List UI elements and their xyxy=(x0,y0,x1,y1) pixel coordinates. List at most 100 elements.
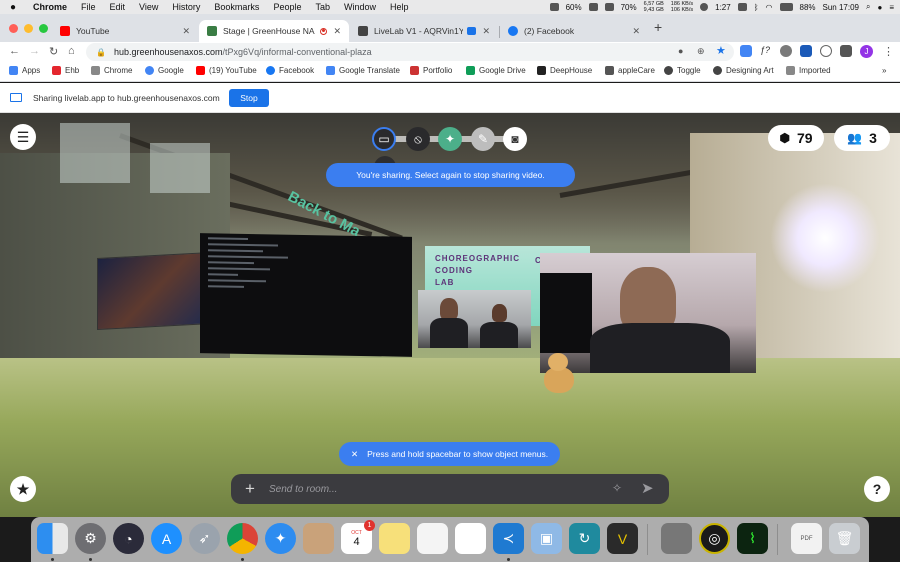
chrome-icon[interactable] xyxy=(227,523,258,554)
bookmark-deephouse[interactable]: DeepHouse xyxy=(537,66,592,75)
bookmark-portfolio[interactable]: Portfolio xyxy=(410,66,452,75)
menu-window[interactable]: Window xyxy=(337,2,383,12)
favorites-star-button[interactable]: ★ xyxy=(10,476,36,502)
back-icon[interactable]: ← xyxy=(9,45,20,57)
menu-view[interactable]: View xyxy=(132,2,165,12)
preview-icon[interactable] xyxy=(303,523,334,554)
memory-icon[interactable] xyxy=(549,3,559,11)
textedit-icon[interactable] xyxy=(417,523,448,554)
cpu-icon[interactable] xyxy=(604,3,614,11)
activity-monitor-icon[interactable]: ⌇ xyxy=(737,523,768,554)
forward-icon[interactable]: → xyxy=(29,45,40,57)
bluetooth-icon[interactable]: ᛒ xyxy=(754,3,759,12)
video-feed-two-people[interactable] xyxy=(418,290,531,348)
tab-youtube[interactable]: YouTube ✕ xyxy=(52,20,198,42)
calendar-icon[interactable]: OCT 4 1 xyxy=(341,520,375,554)
close-tab-icon[interactable]: ✕ xyxy=(482,26,490,37)
bookmark-apps[interactable]: Apps xyxy=(9,66,40,75)
timer-icon[interactable] xyxy=(700,3,709,11)
close-tab-icon[interactable]: ✕ xyxy=(333,26,341,37)
bookmark-applecare[interactable]: appleCare xyxy=(605,66,655,75)
add-content-icon[interactable]: + xyxy=(231,479,269,499)
system-preferences-icon[interactable]: ⚙ xyxy=(75,523,106,554)
microphone-icon[interactable]: ● xyxy=(678,46,683,56)
vscode-icon[interactable]: ≺ xyxy=(493,523,524,554)
terminal-screen-share[interactable] xyxy=(200,233,412,357)
speedometer-icon[interactable]: ◔ xyxy=(113,523,144,554)
timer-readout[interactable]: 1:27 xyxy=(715,3,731,12)
user-icon[interactable]: ● xyxy=(877,3,882,12)
spotlight-search-icon[interactable]: ⌕ xyxy=(866,2,870,12)
hubs-menu-button[interactable]: ☰ xyxy=(10,124,36,150)
notes-icon[interactable] xyxy=(379,523,410,554)
trash-icon[interactable]: 🗑 xyxy=(829,523,860,554)
effects-icon[interactable]: ✧ xyxy=(612,481,622,495)
bookmark-chrome[interactable]: Chrome xyxy=(91,66,132,75)
zoom-icon[interactable]: ⊕ xyxy=(697,46,705,57)
stop-sharing-button[interactable]: Stop xyxy=(229,89,269,107)
address-bar[interactable]: 🔒 hub.greenhousenaxos.com/tPxg6Vq/inform… xyxy=(86,43,734,61)
apple-menu-icon[interactable]: ● xyxy=(0,2,26,13)
dog-avatar[interactable] xyxy=(540,353,578,395)
bookmark-imported[interactable]: Imported xyxy=(786,66,831,75)
pdf-document-icon[interactable]: PDF xyxy=(791,523,822,554)
tab-facebook[interactable]: (2) Facebook ✕ xyxy=(500,20,648,42)
wifi-icon[interactable]: ◠ xyxy=(766,3,773,12)
bookmarks-overflow[interactable]: » xyxy=(882,66,886,75)
close-tab-icon[interactable]: ✕ xyxy=(632,26,640,37)
utility-app-icon[interactable] xyxy=(661,523,692,554)
zoom-window-button[interactable] xyxy=(39,24,48,33)
tab-stage-greenhouse[interactable]: Stage | GreenHouse NAXO ✕ xyxy=(199,20,349,42)
app-store-icon[interactable]: A xyxy=(151,523,182,554)
network-globe-icon[interactable]: ◎ xyxy=(699,523,730,554)
bookmark-google-translate[interactable]: Google Translate xyxy=(326,66,400,75)
close-window-button[interactable] xyxy=(9,24,18,33)
battery-main-icon[interactable] xyxy=(779,3,793,11)
analytics-extension-icon[interactable] xyxy=(800,45,812,57)
menu-history[interactable]: History xyxy=(165,2,207,12)
bookmark-designing-art[interactable]: Designing Art xyxy=(713,66,774,75)
bookmark-google-drive[interactable]: Google Drive xyxy=(466,66,526,75)
home-icon[interactable]: ⌂ xyxy=(68,45,75,57)
clock[interactable]: Sun 17:09 xyxy=(823,3,859,12)
bookmark-youtube[interactable]: (19) YouTube xyxy=(196,66,257,75)
close-tab-icon[interactable]: ✕ xyxy=(182,26,190,37)
loop-extension-icon[interactable] xyxy=(820,45,832,57)
menu-tab[interactable]: Tab xyxy=(308,2,337,12)
help-button[interactable]: ? xyxy=(864,476,890,502)
battery-icon[interactable] xyxy=(588,3,598,11)
menu-file[interactable]: File xyxy=(74,2,103,12)
translate-extension-icon[interactable] xyxy=(740,45,752,57)
finder-icon[interactable] xyxy=(37,523,68,554)
more-menu-icon[interactable]: ⋮ xyxy=(883,45,894,58)
menu-chrome[interactable]: Chrome xyxy=(26,2,74,12)
send-icon[interactable]: ➤ xyxy=(641,479,654,497)
menu-people[interactable]: People xyxy=(266,2,308,12)
tab-livelab[interactable]: LiveLab V1 - AQRVin1YFu ✕ xyxy=(350,20,498,42)
network-stats[interactable]: 186 KB/s 106 KB/s xyxy=(671,1,693,13)
profile-avatar[interactable]: J xyxy=(860,45,873,58)
poster-screen[interactable] xyxy=(97,251,212,331)
new-tab-icon[interactable]: + xyxy=(654,19,662,35)
reload-icon[interactable]: ↻ xyxy=(49,45,58,58)
bookmark-google[interactable]: Google xyxy=(145,66,184,75)
safari-icon[interactable]: ✦ xyxy=(265,523,296,554)
control-center-icon[interactable]: ≡ xyxy=(889,3,894,12)
objects-count-button[interactable]: ⬢ 79 xyxy=(768,125,824,151)
chat-input[interactable] xyxy=(269,483,589,495)
bookmark-ehb[interactable]: Ehb xyxy=(52,66,79,75)
camera-button[interactable]: ◙ xyxy=(503,127,527,151)
bookmark-toggle[interactable]: Toggle xyxy=(664,66,701,75)
people-count-button[interactable]: 👥 3 xyxy=(834,125,890,151)
disk-stats[interactable]: 6,57 GB 9,43 GB xyxy=(644,1,664,13)
vectorworks-icon[interactable]: V xyxy=(607,523,638,554)
display-icon[interactable] xyxy=(737,3,747,11)
microphone-mute-button[interactable]: ⦸ xyxy=(406,127,430,151)
function-extension-icon[interactable]: ƒ? xyxy=(760,45,772,57)
menu-bookmarks[interactable]: Bookmarks xyxy=(207,2,266,12)
reminders-icon[interactable] xyxy=(455,523,486,554)
dismiss-hint-icon[interactable]: ✕ xyxy=(351,449,358,460)
screen-share-button[interactable]: ▭ xyxy=(372,127,396,151)
menu-edit[interactable]: Edit xyxy=(103,2,133,12)
virtualbox-icon[interactable]: ▣ xyxy=(531,523,562,554)
